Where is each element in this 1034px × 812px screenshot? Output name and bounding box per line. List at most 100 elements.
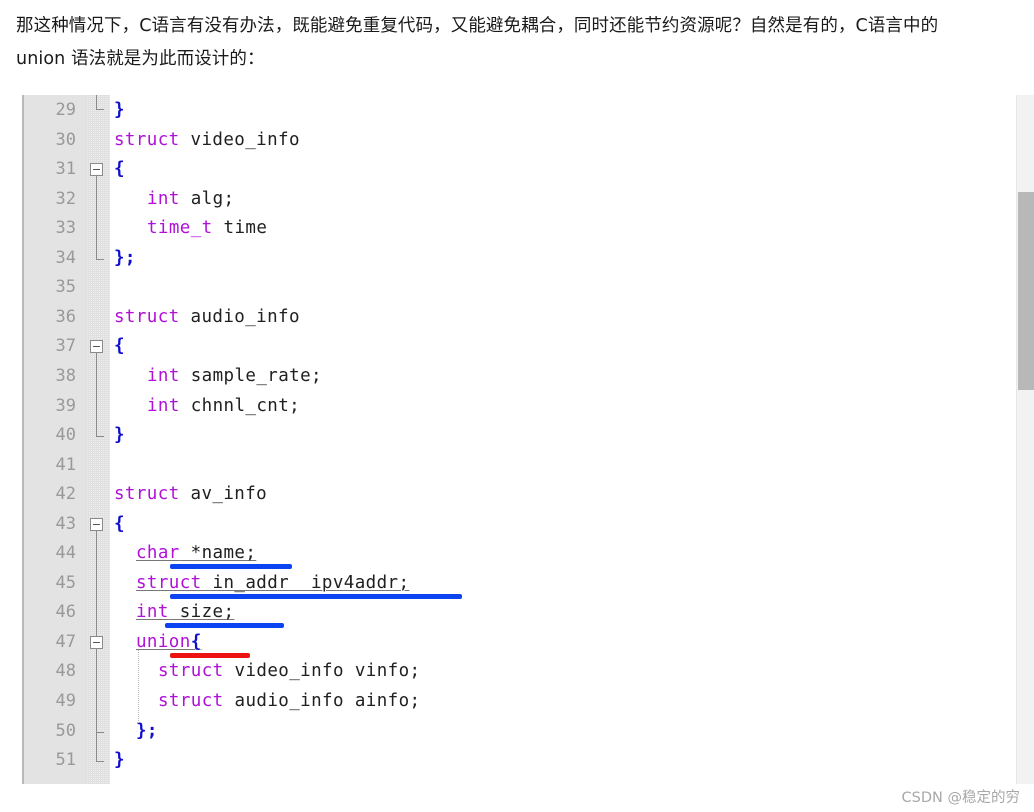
code-line-text: }; bbox=[114, 244, 136, 274]
csdn-signature: CSDN @稳定的穷 bbox=[901, 790, 1020, 806]
code-token-brace: { bbox=[114, 336, 125, 357]
code-token-kw: int bbox=[136, 602, 169, 623]
code-line: 38 int sample_rate; bbox=[24, 362, 990, 392]
code-token-pl: chnnl_cnt; bbox=[179, 395, 301, 416]
code-line-text: { bbox=[114, 332, 125, 362]
fold-toggle-icon[interactable] bbox=[90, 517, 103, 531]
vertical-scrollbar-thumb[interactable] bbox=[1018, 192, 1034, 390]
line-number: 29 bbox=[55, 100, 76, 120]
code-token-pl: in_addr ipv4addr; bbox=[201, 572, 410, 593]
fold-region-end-hook bbox=[96, 761, 104, 763]
code-token-pl: time bbox=[212, 218, 268, 239]
line-number: 51 bbox=[55, 750, 76, 771]
code-line: 35 bbox=[24, 273, 990, 303]
line-number: 40 bbox=[55, 425, 76, 446]
annotation-underline bbox=[170, 593, 462, 599]
code-line: 39 int chnnl_cnt; bbox=[24, 392, 990, 422]
code-token-kw: time_t bbox=[147, 218, 213, 239]
code-token-kw: int bbox=[147, 365, 180, 386]
code-token-kw: struct bbox=[114, 129, 180, 150]
fold-region-line bbox=[96, 353, 97, 437]
annotation-underline bbox=[165, 623, 284, 629]
line-number: 45 bbox=[55, 572, 76, 593]
code-line: 30 struct video_info bbox=[24, 126, 990, 156]
code-line-text: { bbox=[114, 510, 125, 540]
fold-toggle-icon[interactable] bbox=[90, 340, 103, 354]
code-line: 41 bbox=[24, 451, 990, 481]
indent-guide bbox=[138, 649, 139, 723]
code-line-text: struct video_info vinfo; bbox=[158, 657, 420, 687]
fold-region-line bbox=[96, 648, 97, 732]
code-token-brace: { bbox=[114, 513, 125, 534]
code-line-text: struct audio_info ainfo; bbox=[158, 687, 420, 717]
code-token-pl: alg; bbox=[179, 188, 235, 209]
code-line: 48 struct video_info vinfo; bbox=[24, 657, 990, 687]
code-line: 37 { bbox=[24, 332, 990, 362]
code-token-brace: } bbox=[114, 425, 125, 446]
code-line: 45 struct in_addr ipv4addr; bbox=[24, 569, 990, 599]
code-token-kw: struct bbox=[114, 306, 180, 327]
code-token-brace: { bbox=[114, 159, 125, 180]
fold-region-line bbox=[96, 176, 97, 259]
code-line-text: }; bbox=[136, 717, 158, 747]
code-token-pl: av_info bbox=[179, 484, 268, 505]
line-number: 38 bbox=[55, 365, 76, 386]
line-number: 42 bbox=[55, 484, 76, 505]
line-number: 37 bbox=[55, 336, 76, 357]
code-line-text: struct video_info bbox=[114, 126, 300, 156]
line-number: 50 bbox=[55, 720, 76, 741]
code-line: 51} bbox=[24, 746, 990, 776]
code-line: 36 struct audio_info bbox=[24, 303, 990, 333]
code-token-pl: video_info vinfo; bbox=[223, 661, 421, 682]
fold-region-line bbox=[96, 95, 97, 109]
line-number: 46 bbox=[55, 602, 76, 623]
code-token-brace: } bbox=[114, 750, 125, 771]
code-token-kw: struct bbox=[136, 572, 202, 593]
annotation-underline bbox=[170, 652, 250, 658]
code-token-brace: }; bbox=[136, 720, 158, 741]
code-line-text: { bbox=[114, 155, 125, 185]
vertical-scrollbar-track[interactable] bbox=[1016, 95, 1034, 784]
code-token-kw: char bbox=[136, 543, 180, 564]
code-line-text: int sample_rate; bbox=[147, 362, 322, 392]
code-line-text: int alg; bbox=[147, 185, 235, 215]
code-line-text: struct av_info bbox=[114, 480, 267, 510]
code-token-pl: *name; bbox=[179, 543, 257, 564]
line-number: 49 bbox=[55, 691, 76, 711]
code-token-pl: audio_info bbox=[179, 306, 300, 327]
code-line: 34}; bbox=[24, 244, 990, 274]
fold-toggle-icon[interactable] bbox=[90, 635, 103, 649]
code-token-pl: audio_info ainfo; bbox=[223, 691, 421, 711]
code-line-text: } bbox=[114, 746, 125, 776]
code-token-kw: int bbox=[147, 395, 180, 416]
fold-region-end-hook bbox=[96, 731, 104, 733]
code-token-brace: { bbox=[190, 631, 202, 652]
line-number: 33 bbox=[55, 218, 76, 239]
fold-region-end-hook bbox=[96, 109, 104, 110]
line-number: 32 bbox=[55, 188, 76, 209]
code-line-text: struct audio_info bbox=[114, 303, 300, 333]
code-line-text: int chnnl_cnt; bbox=[147, 392, 300, 422]
line-number: 30 bbox=[55, 129, 76, 150]
code-block-inner: 29} 30 struct video_info 31 { 32 int alg; 33 tim… bbox=[24, 95, 990, 784]
code-line-text: } bbox=[114, 421, 125, 451]
code-token-pl: sample_rate; bbox=[179, 365, 322, 386]
line-number: 36 bbox=[55, 306, 76, 327]
code-line: 49 struct audio_info ainfo; bbox=[24, 687, 990, 717]
code-line: 43 { bbox=[24, 510, 990, 540]
line-number: 41 bbox=[55, 454, 76, 475]
annotation-underline bbox=[170, 564, 292, 570]
code-line-text: } bbox=[114, 96, 125, 126]
line-number: 47 bbox=[55, 631, 76, 652]
fold-toggle-icon[interactable] bbox=[90, 163, 103, 177]
code-line: 29} bbox=[24, 96, 990, 126]
code-line: 31 { bbox=[24, 155, 990, 185]
line-number: 44 bbox=[55, 543, 76, 564]
code-line: 47 union{ bbox=[24, 628, 990, 658]
code-line: 32 int alg; bbox=[24, 185, 990, 215]
code-line-text: time_t time bbox=[147, 214, 267, 244]
code-token-kw: int bbox=[147, 188, 180, 209]
code-token-brace: }; bbox=[114, 247, 136, 268]
code-line: 50}; bbox=[24, 717, 990, 747]
code-token-pl: size; bbox=[168, 602, 235, 623]
